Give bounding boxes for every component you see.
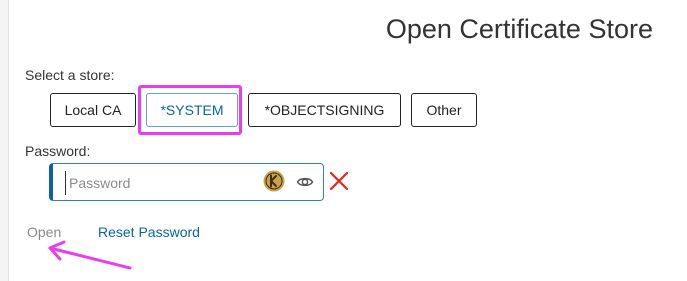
password-input[interactable] [65,171,251,195]
store-select-label: Select a store: [25,67,115,83]
window-left-edge [0,0,9,281]
password-label: Password: [25,143,91,159]
store-option-objectsigning[interactable]: *OBJECTSIGNING [248,93,401,127]
store-option-local-ca[interactable]: Local CA [50,93,136,127]
eye-icon[interactable] [296,173,314,191]
close-icon[interactable] [329,171,349,191]
reset-password-link[interactable]: Reset Password [98,224,200,240]
annotation-arrow-icon [48,240,132,270]
page-title: Open Certificate Store [385,14,653,44]
keeper-icon[interactable] [263,170,285,192]
store-option-system[interactable]: *SYSTEM [146,93,238,127]
open-button[interactable]: Open [27,224,61,240]
store-option-other[interactable]: Other [411,93,477,127]
password-field [49,163,324,201]
